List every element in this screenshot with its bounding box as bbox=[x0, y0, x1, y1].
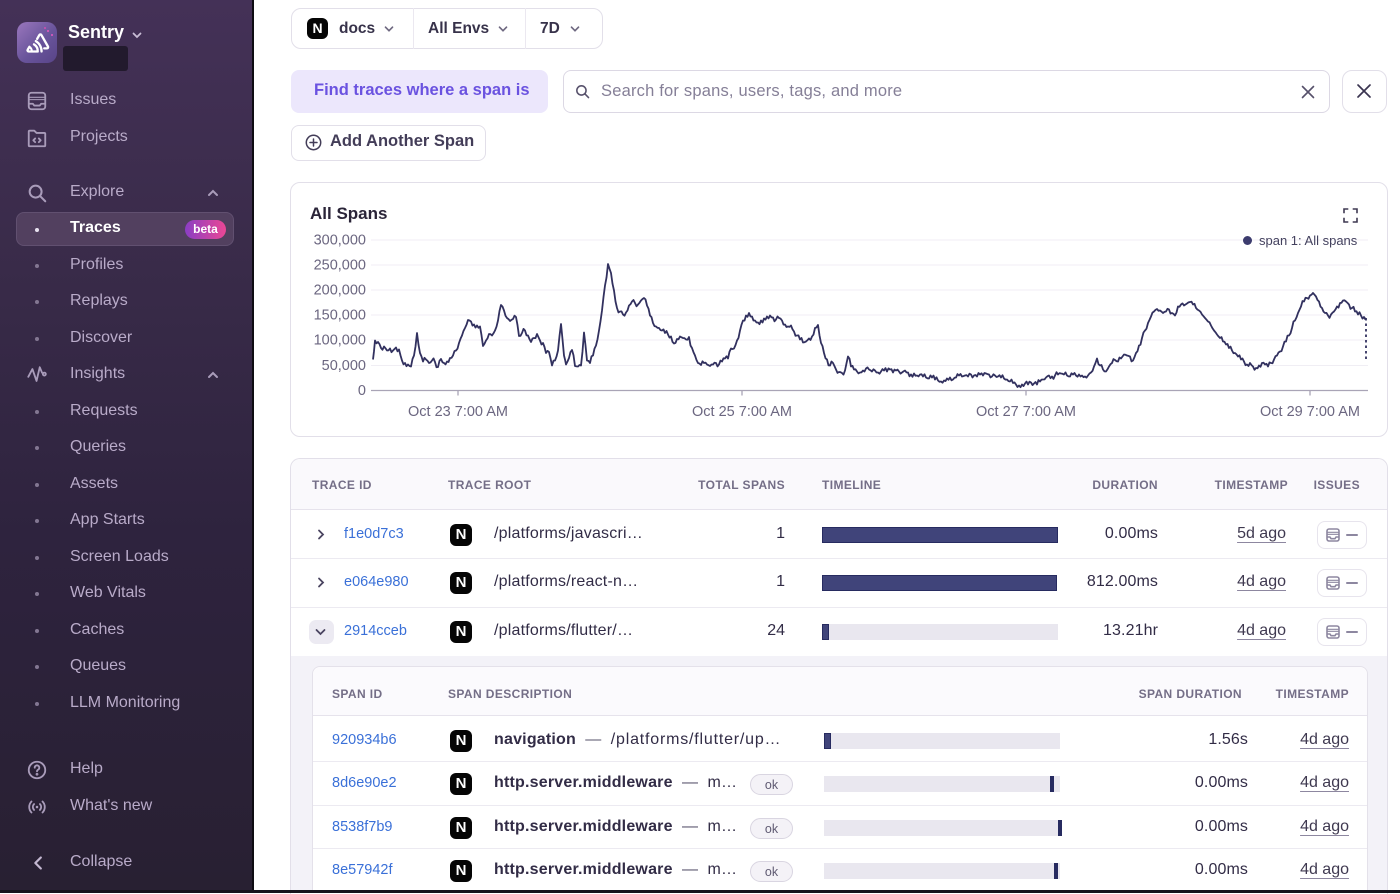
svg-text:200,000: 200,000 bbox=[314, 283, 366, 299]
svg-text:50,000: 50,000 bbox=[322, 358, 366, 374]
svg-text:Oct 27 7:00 AM: Oct 27 7:00 AM bbox=[976, 404, 1076, 420]
svg-text:300,000: 300,000 bbox=[314, 233, 366, 249]
svg-text:0: 0 bbox=[358, 383, 366, 399]
svg-text:Oct 23 7:00 AM: Oct 23 7:00 AM bbox=[408, 404, 508, 420]
svg-text:Oct 25 7:00 AM: Oct 25 7:00 AM bbox=[692, 404, 792, 420]
svg-text:100,000: 100,000 bbox=[314, 333, 366, 349]
svg-text:250,000: 250,000 bbox=[314, 258, 366, 274]
svg-text:Oct 29 7:00 AM: Oct 29 7:00 AM bbox=[1260, 404, 1360, 420]
svg-text:150,000: 150,000 bbox=[314, 308, 366, 324]
